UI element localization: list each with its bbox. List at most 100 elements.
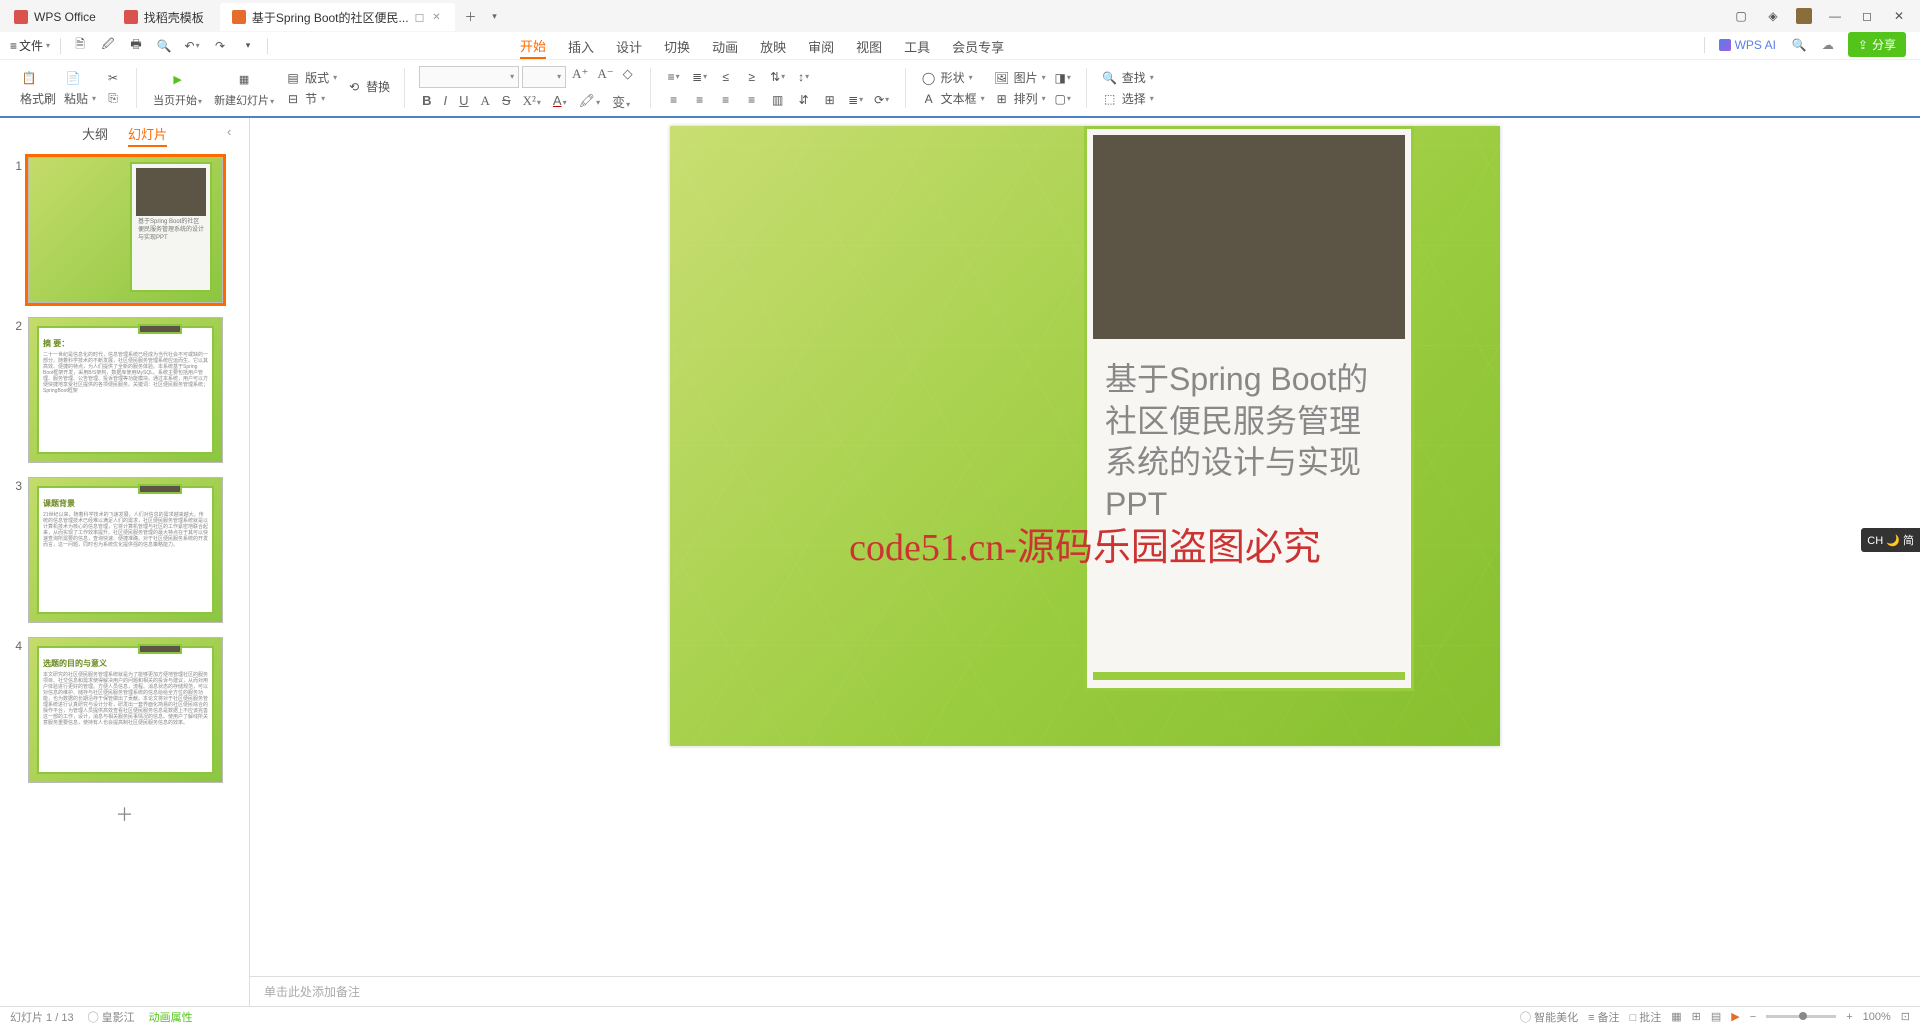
- slide-title-card[interactable]: 基于Spring Boot的 社区便民服务管理 系统的设计与实现 PPT: [1084, 126, 1414, 691]
- status-play[interactable]: ◯ 皇影江: [88, 1009, 135, 1025]
- tab-templates[interactable]: 找稻壳模板: [112, 3, 216, 31]
- convert-icon[interactable]: ⟳▾: [873, 91, 891, 109]
- minimize-icon[interactable]: —: [1826, 7, 1844, 25]
- maximize-icon[interactable]: ◻: [1858, 7, 1876, 25]
- ime-badge[interactable]: CH 🌙 简: [1861, 528, 1920, 552]
- tab-insert[interactable]: 插入: [568, 35, 594, 58]
- clear-format-icon[interactable]: ◇: [620, 66, 636, 88]
- select-button[interactable]: ⬚选择▾: [1101, 90, 1154, 108]
- zoom-out-icon[interactable]: −: [1750, 1011, 1756, 1023]
- italic-icon[interactable]: I: [441, 93, 451, 109]
- align-justify-icon[interactable]: ≡: [743, 91, 761, 109]
- replace-button[interactable]: ⟲替换: [345, 78, 390, 96]
- font-size-combo[interactable]: ▾: [522, 66, 566, 88]
- copy2-icon[interactable]: ⎘: [104, 90, 122, 108]
- tab-review[interactable]: 审阅: [808, 35, 834, 58]
- tab-tools[interactable]: 工具: [904, 35, 930, 58]
- copy-icon[interactable]: 📋: [20, 69, 38, 87]
- picture-button[interactable]: 🖼图片▾: [993, 69, 1046, 87]
- tab-member[interactable]: 会员专享: [952, 35, 1004, 58]
- canvas-scroll[interactable]: code51.cn-源码乐园盗图必究 基于Spring Boot的 社区便民服务…: [250, 118, 1920, 976]
- highlight-icon[interactable]: 🖍▾: [576, 93, 604, 109]
- export-icon[interactable]: 🖉: [99, 37, 117, 55]
- font-color-icon[interactable]: A▾: [550, 93, 570, 109]
- align-left-icon[interactable]: ≡: [665, 91, 683, 109]
- fill-icon[interactable]: ▢▾: [1054, 90, 1072, 108]
- avatar-icon[interactable]: [1796, 8, 1812, 24]
- slide-thumb-2[interactable]: 摘 要： 二十一世纪是信息化的时代，信息管理系统已经成为当代社会不可或缺的一部分…: [28, 317, 223, 463]
- paste-icon[interactable]: 📄: [64, 69, 82, 87]
- status-animate[interactable]: 动画属性: [149, 1009, 193, 1025]
- indent-inc-icon[interactable]: ≥: [743, 68, 761, 86]
- close-icon[interactable]: ✕: [431, 11, 443, 23]
- slide-canvas[interactable]: code51.cn-源码乐园盗图必究 基于Spring Boot的 社区便民服务…: [670, 126, 1500, 746]
- save-icon[interactable]: 🗎: [71, 37, 89, 55]
- numbering-icon[interactable]: ≣▾: [691, 68, 709, 86]
- fit-icon[interactable]: ⊡: [1901, 1010, 1910, 1023]
- print-icon[interactable]: 🖶: [127, 37, 145, 55]
- decrease-font-icon[interactable]: A⁻: [594, 66, 616, 88]
- tab-outline[interactable]: 大纲: [82, 124, 108, 147]
- tab-overflow-button[interactable]: ▾: [485, 6, 505, 26]
- add-slide-button[interactable]: ＋: [10, 797, 239, 831]
- line-spacing-icon[interactable]: ⇅▾: [769, 68, 787, 86]
- strikethrough-icon[interactable]: S: [499, 93, 514, 109]
- thumbnails[interactable]: 1 基于Spring Boot的社区便民服务管理系统的设计与实现PPT 2 摘 …: [0, 151, 249, 1006]
- view-sorter-icon[interactable]: ⊞: [1692, 1010, 1701, 1023]
- zoom-value[interactable]: 100%: [1863, 1011, 1891, 1023]
- wps-ai-button[interactable]: WPS AI: [1719, 38, 1776, 52]
- zoom-slider[interactable]: [1766, 1015, 1836, 1018]
- search-icon[interactable]: 🔍: [1790, 36, 1808, 54]
- close-window-icon[interactable]: ✕: [1890, 7, 1908, 25]
- list-level-icon[interactable]: ≣▾: [847, 91, 865, 109]
- tab-document[interactable]: 基于Spring Boot的社区便民... ◻ ✕: [220, 3, 455, 31]
- fullscreen-icon[interactable]: ▢: [1732, 7, 1750, 25]
- smart-beautify[interactable]: ◯ 智能美化: [1520, 1009, 1578, 1025]
- cloud-icon[interactable]: ☁: [1822, 38, 1834, 52]
- align-center-icon[interactable]: ≡: [691, 91, 709, 109]
- slide-thumb-4[interactable]: 选题的目的与意义 本文研究的社区便民服务管理系统就是为了能够更加方便地管理社区的…: [28, 637, 223, 783]
- redo-icon[interactable]: ↷: [211, 37, 229, 55]
- tab-animation[interactable]: 动画: [712, 35, 738, 58]
- share-button[interactable]: ⇪ 分享: [1848, 32, 1906, 57]
- view-slideshow-icon[interactable]: ▶: [1731, 1010, 1739, 1023]
- para-spacing-icon[interactable]: ⇵: [795, 91, 813, 109]
- cube-icon[interactable]: ◈: [1764, 7, 1782, 25]
- layout-button[interactable]: ▤版式▾: [284, 69, 337, 87]
- arrange-button[interactable]: ⊞排列▾: [993, 90, 1046, 108]
- sort-icon[interactable]: ⊞: [821, 91, 839, 109]
- tab-view[interactable]: 视图: [856, 35, 882, 58]
- cut-icon[interactable]: ✂: [104, 69, 122, 87]
- slide-title-text[interactable]: 基于Spring Boot的 社区便民服务管理 系统的设计与实现 PPT: [1105, 359, 1395, 525]
- paste-button[interactable]: 粘贴▾: [64, 90, 96, 107]
- bullets-icon[interactable]: ≡▾: [665, 68, 683, 86]
- tab-slides[interactable]: 幻灯片: [128, 124, 167, 147]
- columns-icon[interactable]: ▥: [769, 91, 787, 109]
- view-normal-icon[interactable]: ▦: [1671, 1010, 1681, 1023]
- tab-start[interactable]: 开始: [520, 34, 546, 59]
- preview-icon[interactable]: 🔍: [155, 37, 173, 55]
- zoom-in-icon[interactable]: +: [1846, 1011, 1852, 1023]
- tab-wps-office[interactable]: WPS Office: [2, 3, 108, 31]
- tab-design[interactable]: 设计: [616, 35, 642, 58]
- increase-font-icon[interactable]: A⁺: [569, 66, 591, 88]
- style-icon[interactable]: ◨▾: [1054, 69, 1072, 87]
- text-dir-icon[interactable]: ↕▾: [795, 68, 813, 86]
- comments-toggle[interactable]: □ 批注: [1630, 1009, 1662, 1025]
- indent-dec-icon[interactable]: ≤: [717, 68, 735, 86]
- view-reading-icon[interactable]: ▤: [1711, 1010, 1721, 1023]
- add-tab-button[interactable]: ＋: [461, 6, 481, 26]
- tab-slideshow[interactable]: 放映: [760, 35, 786, 58]
- file-menu[interactable]: ≡ 文件 ▾: [10, 37, 50, 54]
- pinyin-icon[interactable]: 变▾: [609, 92, 633, 111]
- textbox-button[interactable]: A文本框▾: [920, 90, 985, 108]
- format-painter-button[interactable]: 格式刷: [20, 90, 56, 107]
- underline-icon[interactable]: U: [456, 93, 471, 109]
- more-icon[interactable]: ▾: [239, 37, 257, 55]
- play-from-button[interactable]: ▶ 当页开始▾: [151, 67, 204, 110]
- font-family-combo[interactable]: ▾: [419, 66, 519, 88]
- find-button[interactable]: 🔍查找▾: [1101, 69, 1154, 87]
- shadow-icon[interactable]: A: [478, 93, 493, 109]
- superscript-icon[interactable]: X²▾: [520, 93, 544, 109]
- align-right-icon[interactable]: ≡: [717, 91, 735, 109]
